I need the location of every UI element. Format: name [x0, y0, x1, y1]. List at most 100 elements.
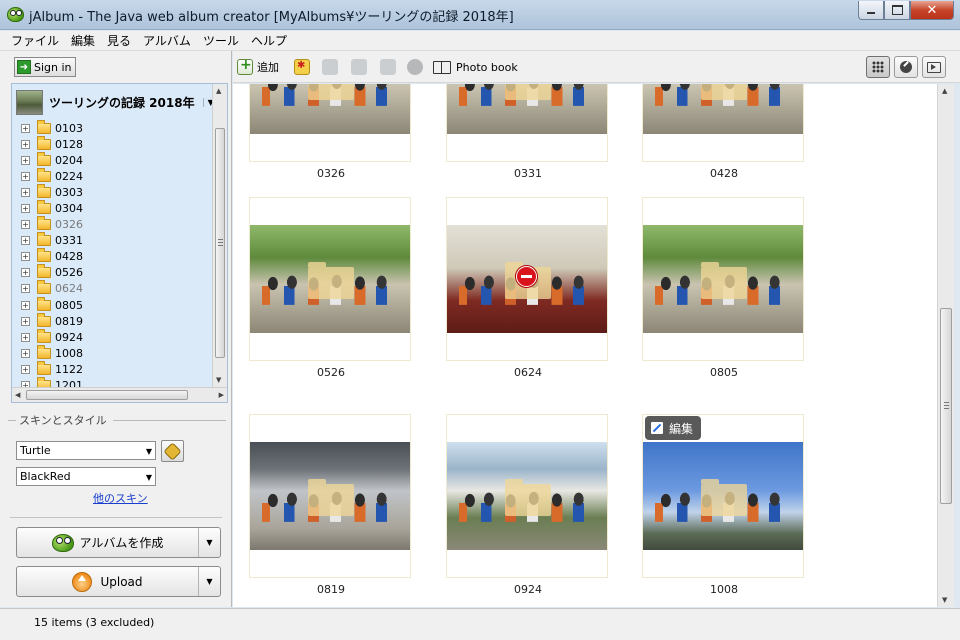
expand-icon[interactable]: +	[21, 316, 30, 326]
tree-folder-row[interactable]: +0428	[21, 248, 201, 265]
menu-view[interactable]: 見る	[102, 32, 138, 49]
tree-folder-row[interactable]: +0303	[21, 183, 201, 200]
menu-file[interactable]: ファイル	[6, 32, 66, 49]
maximize-button[interactable]	[884, 1, 910, 20]
content-vertical-scrollbar[interactable]: ▲ ▼	[937, 84, 954, 607]
folder-tree[interactable]: ツーリングの記録 2018年 ▼ +0103 +0128 +0204 +0224 +03…	[11, 83, 228, 403]
tree-folder-row[interactable]: +0819	[21, 312, 201, 329]
tree-folder-row[interactable]: +0805	[21, 296, 201, 313]
new-folder-button[interactable]	[294, 59, 310, 75]
tree-hscroll-thumb[interactable]	[26, 390, 188, 400]
menu-edit[interactable]: 編集	[66, 32, 102, 49]
tree-folder-row[interactable]: +0304	[21, 200, 201, 216]
tree-folder-row[interactable]: +0624	[21, 280, 201, 297]
folder-thumbnail-image[interactable]	[643, 442, 803, 550]
expand-icon[interactable]: +	[21, 284, 30, 294]
thumbnail-cell[interactable]: 0428	[642, 84, 804, 180]
rotate-left-button[interactable]	[351, 59, 367, 75]
preview-button[interactable]	[922, 56, 946, 78]
tree-folder-row[interactable]: +0224	[21, 167, 201, 184]
scroll-up-arrow-icon[interactable]: ▲	[942, 87, 947, 95]
tree-horizontal-scrollbar[interactable]: ◀ ▶	[12, 387, 227, 402]
folder-name: 0128	[55, 137, 83, 151]
tree-scroll-thumb[interactable]	[215, 128, 225, 358]
scroll-down-arrow-icon[interactable]: ▼	[942, 596, 947, 604]
make-album-button[interactable]: アルバムを作成 ▼	[16, 527, 221, 558]
scroll-left-arrow-icon[interactable]: ◀	[15, 391, 20, 399]
folder-thumbnail-image[interactable]	[447, 442, 607, 550]
photo-book-button[interactable]: Photo book	[433, 59, 518, 75]
tree-folder-row[interactable]: +0128	[21, 135, 201, 152]
left-panel: ➜ Sign in ツーリングの記録 2018年 ▼ +0103 +0128 +02…	[0, 51, 232, 607]
thumbnail-cell[interactable]: 0326	[249, 84, 411, 180]
thumbnail-view[interactable]: 0326 0331 0428 0526 0624 0805 0819 0924 1008 編集	[233, 84, 937, 607]
tree-vertical-scrollbar[interactable]: ▲ ▼	[212, 84, 227, 387]
window-controls: ✕	[858, 1, 954, 20]
expand-icon[interactable]: +	[21, 332, 30, 342]
folder-thumbnail-image[interactable]	[643, 225, 803, 333]
tree-folder-row[interactable]: +0326	[21, 216, 201, 233]
add-button[interactable]: 追加	[237, 57, 279, 75]
tree-folder-row[interactable]: +0924	[21, 328, 201, 345]
folder-thumbnail-image[interactable]	[250, 84, 410, 134]
make-album-dropdown[interactable]: ▼	[198, 528, 220, 557]
tree-folder-row[interactable]: +0103	[21, 119, 201, 136]
expand-icon[interactable]: +	[21, 220, 30, 230]
upload-dropdown[interactable]: ▼	[198, 567, 220, 596]
expand-icon[interactable]: +	[21, 364, 30, 374]
minimize-button[interactable]	[858, 1, 884, 20]
tree-folder-row[interactable]: +0526	[21, 264, 201, 281]
thumbnail-cell[interactable]: 1008 編集	[642, 414, 804, 596]
folder-thumbnail-image[interactable]	[250, 442, 410, 550]
rotate-right-button[interactable]	[380, 59, 396, 75]
thumbnail-cell[interactable]: 0819	[249, 414, 411, 596]
menu-tools[interactable]: ツール	[198, 32, 246, 49]
scroll-down-arrow-icon[interactable]: ▼	[216, 376, 221, 384]
tree-folder-row[interactable]: +0204	[21, 151, 201, 168]
expand-icon[interactable]: +	[21, 155, 30, 165]
expand-icon[interactable]: +	[21, 204, 30, 214]
expand-icon[interactable]: +	[21, 236, 30, 246]
folder-thumbnail-image[interactable]	[643, 84, 803, 134]
menu-album[interactable]: アルバム	[138, 32, 198, 49]
thumbnail-cell[interactable]: 0805	[642, 197, 804, 379]
skin-settings-button[interactable]	[161, 440, 184, 462]
other-skins-link[interactable]: 他のスキン	[93, 490, 148, 506]
folder-thumbnail-image[interactable]	[447, 84, 607, 134]
view-thumbnails-button[interactable]	[866, 56, 890, 78]
tree-folder-row[interactable]: +0331	[21, 232, 201, 249]
expand-icon[interactable]: +	[21, 171, 30, 181]
tree-folder-row[interactable]: +1122	[21, 360, 201, 377]
thumbnail-cell[interactable]: 0331	[446, 84, 608, 180]
expand-icon[interactable]: +	[21, 268, 30, 278]
edit-button[interactable]: 編集	[645, 416, 702, 440]
upload-button[interactable]: Upload ▼	[16, 566, 221, 597]
expand-icon[interactable]: +	[21, 300, 30, 310]
upload-main[interactable]: Upload	[17, 567, 198, 596]
expand-icon[interactable]: +	[21, 187, 30, 197]
expand-icon[interactable]: +	[21, 139, 30, 149]
tree-folder-row[interactable]: +1008	[21, 344, 201, 361]
folder-thumbnail-image[interactable]	[447, 225, 607, 333]
sign-in-button[interactable]: ➜ Sign in	[14, 57, 76, 77]
album-selector[interactable]: ツーリングの記録 2018年 ▼	[16, 88, 214, 116]
scroll-up-arrow-icon[interactable]: ▲	[216, 87, 221, 95]
expand-icon[interactable]: +	[21, 348, 30, 358]
folder-thumbnail-image[interactable]	[250, 225, 410, 333]
content-scroll-thumb[interactable]	[940, 308, 952, 504]
thumbnail-cell[interactable]: 0924	[446, 414, 608, 596]
exclude-button[interactable]	[407, 59, 423, 75]
expand-icon[interactable]: +	[21, 123, 30, 133]
menu-help[interactable]: ヘルプ	[246, 32, 294, 49]
thumbnail-cell[interactable]: 0526	[249, 197, 411, 379]
expand-icon[interactable]: +	[21, 252, 30, 262]
skin-select[interactable]: Turtle ▼	[16, 441, 156, 460]
thumbnail-cell[interactable]: 0624	[446, 197, 608, 379]
scroll-right-arrow-icon[interactable]: ▶	[219, 391, 224, 399]
edit-mode-button[interactable]	[894, 56, 918, 78]
style-select[interactable]: BlackRed ▼	[16, 467, 156, 486]
status-bar: 15 items (3 excluded)	[0, 608, 960, 640]
up-button[interactable]	[322, 59, 338, 75]
make-album-main[interactable]: アルバムを作成	[17, 528, 198, 557]
close-button[interactable]: ✕	[910, 1, 954, 20]
